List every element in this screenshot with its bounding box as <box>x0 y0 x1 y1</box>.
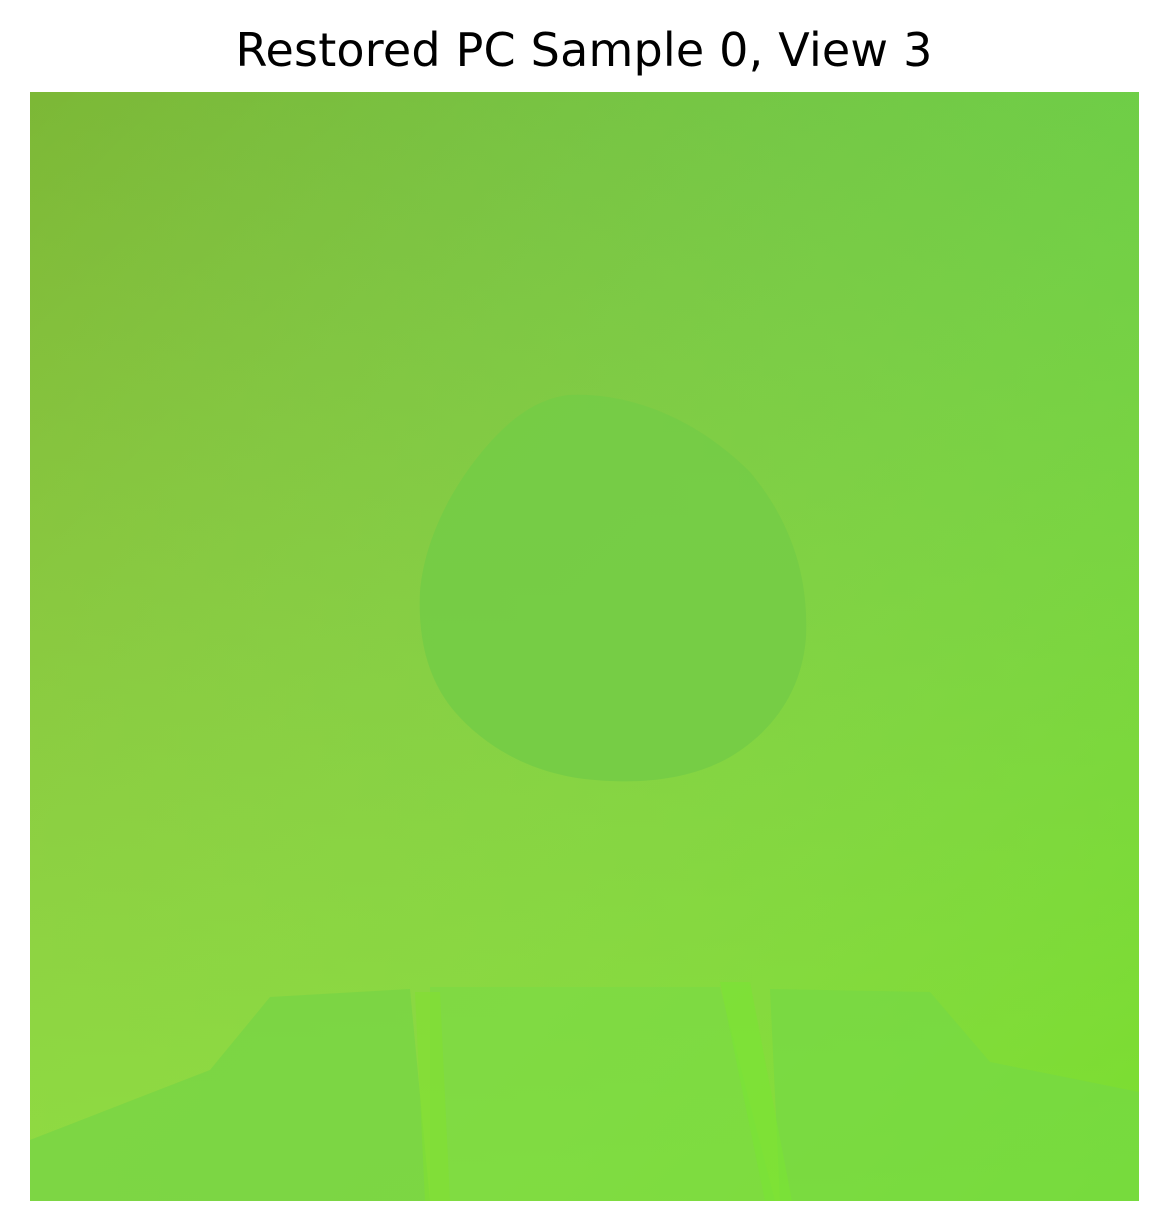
render-svg <box>30 92 1139 1201</box>
point-cloud-render <box>30 92 1139 1201</box>
neck-region <box>430 987 775 1201</box>
figure-title: Restored PC Sample 0, View 3 <box>235 23 933 77</box>
